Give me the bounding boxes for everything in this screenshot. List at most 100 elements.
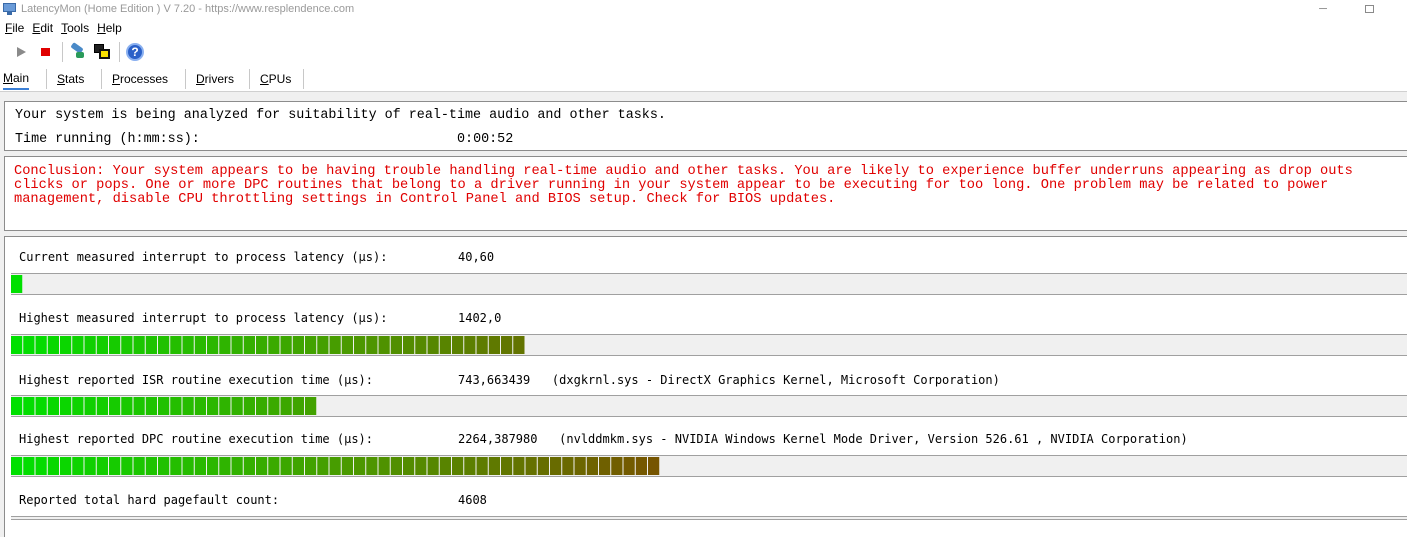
meter-segment: [60, 397, 72, 415]
meter-segment: [170, 397, 182, 415]
stop-button[interactable]: [34, 41, 56, 63]
tab-separator: [46, 69, 47, 89]
meter-segment: [366, 457, 378, 475]
meter-segment: [439, 457, 451, 475]
tab-processes[interactable]: Processes: [112, 68, 168, 90]
tab-main-label: ain: [13, 71, 30, 85]
meter-segment: [72, 336, 84, 354]
meter-segment: [562, 457, 574, 475]
meter-segment: [96, 336, 108, 354]
meter-segment: [11, 397, 23, 415]
menu-bar: File Edit Tools Help: [0, 18, 1407, 38]
windows-icon: [93, 43, 111, 61]
tab-separator: [185, 69, 186, 89]
meter-segment: [109, 397, 121, 415]
meter-segment: [305, 457, 317, 475]
meter-segment: [525, 457, 537, 475]
meter-segment: [23, 336, 35, 354]
current-latency-meter-bar: [11, 275, 23, 293]
meter-segment: [170, 336, 182, 354]
meter-segment: [133, 457, 145, 475]
meter-segment: [305, 336, 317, 354]
start-button[interactable]: [10, 41, 32, 63]
conclusion-line-2: clicks or pops. One or more DPC routines…: [14, 178, 1329, 193]
meter-segment: [439, 336, 451, 354]
analyzing-text: Your system is being analyzed for suitab…: [15, 108, 666, 123]
pagefault-label: Reported total hard pagefault count:: [19, 493, 280, 507]
meter-segment: [378, 457, 390, 475]
tab-drivers[interactable]: Drivers: [196, 68, 234, 90]
meter-segment: [268, 397, 280, 415]
meter-segment: [47, 457, 59, 475]
meter-segment: [207, 397, 219, 415]
meter-segment: [280, 336, 292, 354]
meter-segment: [403, 457, 415, 475]
tab-cpus-label: PUs: [268, 72, 292, 86]
meter-segment: [35, 457, 47, 475]
meter-segment: [403, 336, 415, 354]
meter-segment: [256, 457, 268, 475]
maximize-icon: [1364, 5, 1374, 13]
maximize-button[interactable]: [1346, 0, 1392, 18]
menu-file[interactable]: File: [5, 21, 24, 35]
meter-segment: [305, 397, 317, 415]
dpc-time-meter-bar: [11, 457, 660, 475]
meter-segment: [109, 457, 121, 475]
meter-segment: [476, 336, 488, 354]
meter-segment: [182, 336, 194, 354]
meter-segment: [243, 457, 255, 475]
meter-segment: [317, 336, 329, 354]
minimize-button[interactable]: ─: [1300, 0, 1346, 18]
meter-segment: [182, 397, 194, 415]
meter-segment: [574, 457, 586, 475]
meter-segment: [623, 457, 635, 475]
pagefault-meter: [11, 516, 1407, 520]
menu-edit[interactable]: Edit: [32, 21, 53, 35]
dpc-time-label: Highest reported DPC routine execution t…: [19, 432, 374, 446]
meter-segment: [11, 275, 23, 293]
menu-help[interactable]: Help: [97, 21, 122, 35]
meter-segment: [84, 336, 96, 354]
meter-segment: [513, 336, 525, 354]
meter-segment: [35, 397, 47, 415]
meter-segment: [292, 336, 304, 354]
isr-time-value: 743,663439 (dxgkrnl.sys - DirectX Graphi…: [458, 373, 1000, 387]
tab-cpus[interactable]: C PUs: [260, 68, 291, 90]
stop-icon: [40, 48, 50, 56]
meter-segment: [280, 457, 292, 475]
highest-latency-label: Highest measured interrupt to process la…: [19, 311, 388, 325]
driver-tools-button[interactable]: [67, 41, 89, 63]
meter-segment: [329, 336, 341, 354]
meter-segment: [158, 336, 170, 354]
meter-segment: [329, 457, 341, 475]
menu-edit-label: dit: [40, 21, 54, 35]
meter-segment: [145, 457, 157, 475]
meter-segment: [23, 457, 35, 475]
meter-segment: [378, 336, 390, 354]
help-button[interactable]: ?: [124, 41, 146, 63]
highest-latency-meter-bar: [11, 336, 525, 354]
meter-segment: [121, 336, 133, 354]
meter-segment: [452, 336, 464, 354]
meter-segment: [501, 336, 513, 354]
meter-segment: [354, 336, 366, 354]
meter-segment: [23, 397, 35, 415]
tab-processes-label: rocesses: [120, 72, 169, 86]
meter-segment: [390, 457, 402, 475]
meter-segment: [96, 397, 108, 415]
menu-tools[interactable]: Tools: [61, 21, 89, 35]
windows-button[interactable]: [91, 41, 113, 63]
tab-stats[interactable]: Stats: [57, 68, 84, 90]
highest-latency-meter: [11, 334, 1407, 356]
meter-segment: [427, 457, 439, 475]
meter-segment: [488, 457, 500, 475]
meter-segment: [537, 457, 549, 475]
minimize-icon: ─: [1319, 3, 1327, 15]
meter-segment: [231, 336, 243, 354]
tab-main[interactable]: Main: [3, 68, 30, 90]
meter-segment: [207, 336, 219, 354]
meter-segment: [145, 336, 157, 354]
meter-segment: [599, 457, 611, 475]
meter-segment: [231, 457, 243, 475]
meter-segment: [158, 397, 170, 415]
